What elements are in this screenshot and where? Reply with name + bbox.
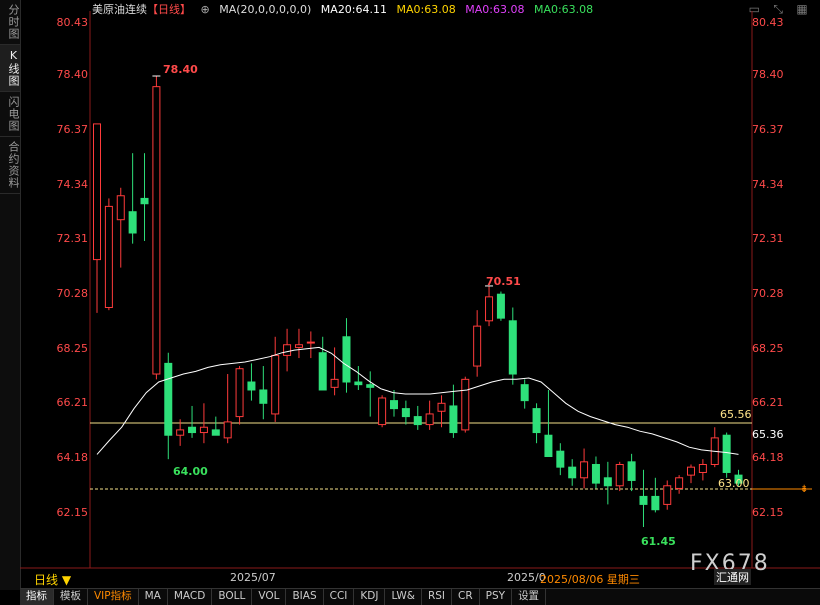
candle-body[interactable]: [354, 381, 363, 386]
candle-body[interactable]: [211, 429, 220, 436]
period-selector[interactable]: 日线 ▼: [34, 571, 71, 588]
ma20-line: [96, 346, 739, 455]
candle-body[interactable]: [247, 381, 256, 391]
candle-body[interactable]: [425, 413, 434, 426]
candle-body[interactable]: [532, 408, 541, 434]
tab-indicators[interactable]: 指标: [20, 589, 54, 605]
peak2-marker-label: 70.51: [486, 275, 521, 288]
candle-body[interactable]: [698, 463, 707, 473]
candle-body[interactable]: [544, 434, 553, 458]
candle-body[interactable]: [473, 325, 482, 367]
tab-macd[interactable]: MACD: [168, 589, 213, 605]
candle-body[interactable]: [104, 205, 113, 309]
tab-psy[interactable]: PSY: [480, 589, 513, 605]
candle-body[interactable]: [568, 466, 577, 479]
candle-body[interactable]: [639, 495, 648, 505]
candle-body[interactable]: [306, 341, 315, 344]
candles-layer: [93, 75, 743, 528]
lower-line-label: 63.00: [718, 477, 750, 490]
candlestick-chart[interactable]: 78.40 64.00 70.51 61.45 65.56 63.00 ⇟: [0, 0, 820, 604]
candle-body[interactable]: [675, 477, 684, 489]
candle-body[interactable]: [722, 434, 731, 473]
candle-body[interactable]: [235, 368, 244, 418]
candle-body[interactable]: [140, 197, 149, 205]
candle-body[interactable]: [603, 477, 612, 487]
candle-body[interactable]: [687, 466, 695, 476]
candle-body[interactable]: [152, 86, 161, 375]
high-marker-label: 78.40: [163, 63, 198, 76]
candle-body[interactable]: [580, 461, 589, 479]
low2-marker-label: 61.45: [641, 535, 676, 548]
price-arrow-icon: ⇟: [800, 484, 808, 495]
candle-body[interactable]: [663, 485, 672, 505]
x-tick: 2025/07: [230, 571, 276, 584]
candle-body[interactable]: [461, 378, 470, 431]
candle-body[interactable]: [93, 123, 101, 261]
candle-body[interactable]: [496, 293, 505, 319]
tab-vol[interactable]: VOL: [252, 589, 287, 605]
watermark-site: 汇通网: [714, 569, 751, 585]
candle-body[interactable]: [401, 408, 410, 418]
candle-body[interactable]: [437, 402, 446, 412]
candle-body[interactable]: [128, 211, 137, 234]
tab-cr[interactable]: CR: [452, 589, 480, 605]
crosshair-date: 2025/08/06 星期三: [540, 573, 640, 586]
candle-body[interactable]: [413, 416, 422, 426]
candle-body[interactable]: [116, 195, 125, 221]
candle-body[interactable]: [330, 378, 339, 388]
candle-body[interactable]: [591, 463, 600, 484]
tab-settings[interactable]: 设置: [512, 589, 547, 605]
candle-body[interactable]: [485, 296, 494, 322]
candle-body[interactable]: [164, 362, 173, 436]
candle-body[interactable]: [259, 389, 268, 404]
tab-vip-indicators[interactable]: VIP指标: [88, 589, 139, 605]
candle-body[interactable]: [378, 397, 387, 426]
candle-body[interactable]: [294, 344, 303, 348]
tab-bias[interactable]: BIAS: [286, 589, 324, 605]
candle-body[interactable]: [271, 354, 280, 415]
candle-body[interactable]: [390, 400, 398, 410]
low1-marker-label: 64.00: [173, 465, 208, 478]
upper-line-label: 65.56: [720, 408, 752, 421]
candle-body[interactable]: [283, 344, 292, 356]
candle-body[interactable]: [556, 450, 565, 468]
candle-body[interactable]: [651, 495, 660, 511]
candle-body[interactable]: [223, 421, 232, 439]
candle-body[interactable]: [520, 384, 529, 402]
candle-body[interactable]: [318, 352, 327, 391]
candle-body[interactable]: [508, 320, 517, 375]
candle-body[interactable]: [366, 384, 375, 388]
tab-templates[interactable]: 模板: [54, 589, 88, 605]
tab-boll[interactable]: BOLL: [212, 589, 253, 605]
tab-rsi[interactable]: RSI: [422, 589, 452, 605]
tab-kdj[interactable]: KDJ: [354, 589, 386, 605]
candle-body[interactable]: [449, 405, 458, 434]
candle-body[interactable]: [188, 426, 197, 434]
candle-body[interactable]: [176, 429, 185, 436]
candle-body[interactable]: [615, 463, 624, 487]
candle-body[interactable]: [342, 336, 351, 383]
tab-lwr[interactable]: LW&: [385, 589, 422, 605]
indicator-tabs: 指标 模板 VIP指标 MA MACD BOLL VOL BIAS CCI KD…: [20, 588, 820, 605]
tab-ma[interactable]: MA: [139, 589, 168, 605]
candle-body[interactable]: [627, 461, 636, 481]
tab-cci[interactable]: CCI: [324, 589, 355, 605]
candle-body[interactable]: [199, 426, 208, 434]
